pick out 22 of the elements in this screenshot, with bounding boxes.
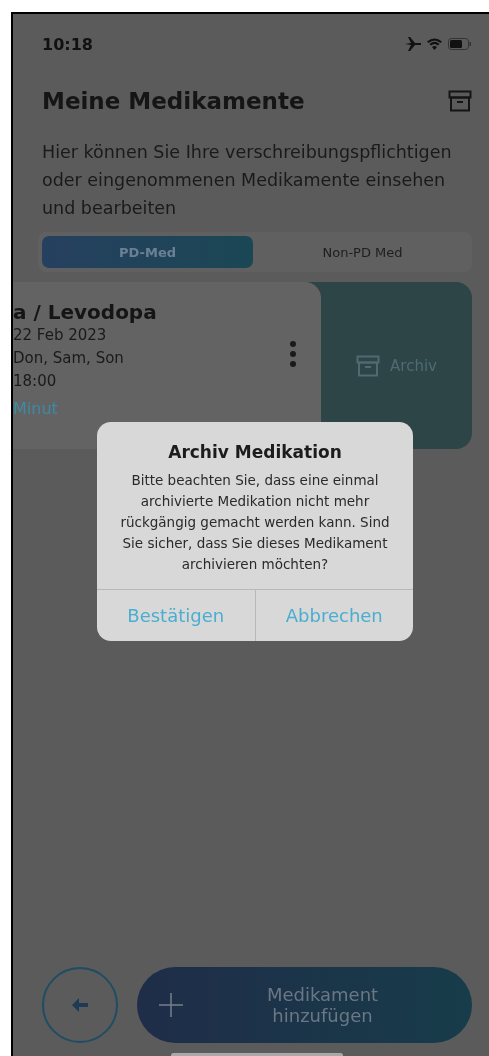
status-time: 10:18 [42,34,93,54]
page-description: Hier können Sie Ihre verschreibungspflichtigen oder eingenommenen Medikamente einsehen und bearbeiten [42,141,453,220]
plus-icon [159,993,183,1017]
archive-icon [356,354,381,377]
airplane-icon [405,37,421,51]
dialog-button[interactable]: Abbrechen [254,590,413,641]
add-medication-button[interactable]: Medikament hinzufügen [137,967,472,1043]
tab[interactable]: Non-PD Med [257,236,468,268]
page-title: Meine Medikamente [42,88,305,114]
back-arrow-icon [72,998,88,1012]
medication-name: a / Levodopa [13,300,158,324]
dialog-button[interactable]: Bestätigen [97,590,255,641]
archive-icon[interactable] [448,90,472,112]
medication-detail: 18:00 [13,371,58,392]
more-icon[interactable] [289,340,297,368]
wifi-icon [427,38,442,50]
dialog-message: Bitte beachten Sie, dass eine einmal archivierte Medikation nicht mehr rückgängig gemacht werden kann. Sind Sie sicher, dass Sie dieses Medikament archivieren möchten? [119,471,391,574]
reminder-text: Minut [13,399,59,418]
medication-detail: Don, Sam, Son [13,348,124,369]
battery-icon [448,38,472,50]
medication-detail: 22 Feb 2023 [13,325,108,346]
tab[interactable]: PD-Med [42,236,253,268]
